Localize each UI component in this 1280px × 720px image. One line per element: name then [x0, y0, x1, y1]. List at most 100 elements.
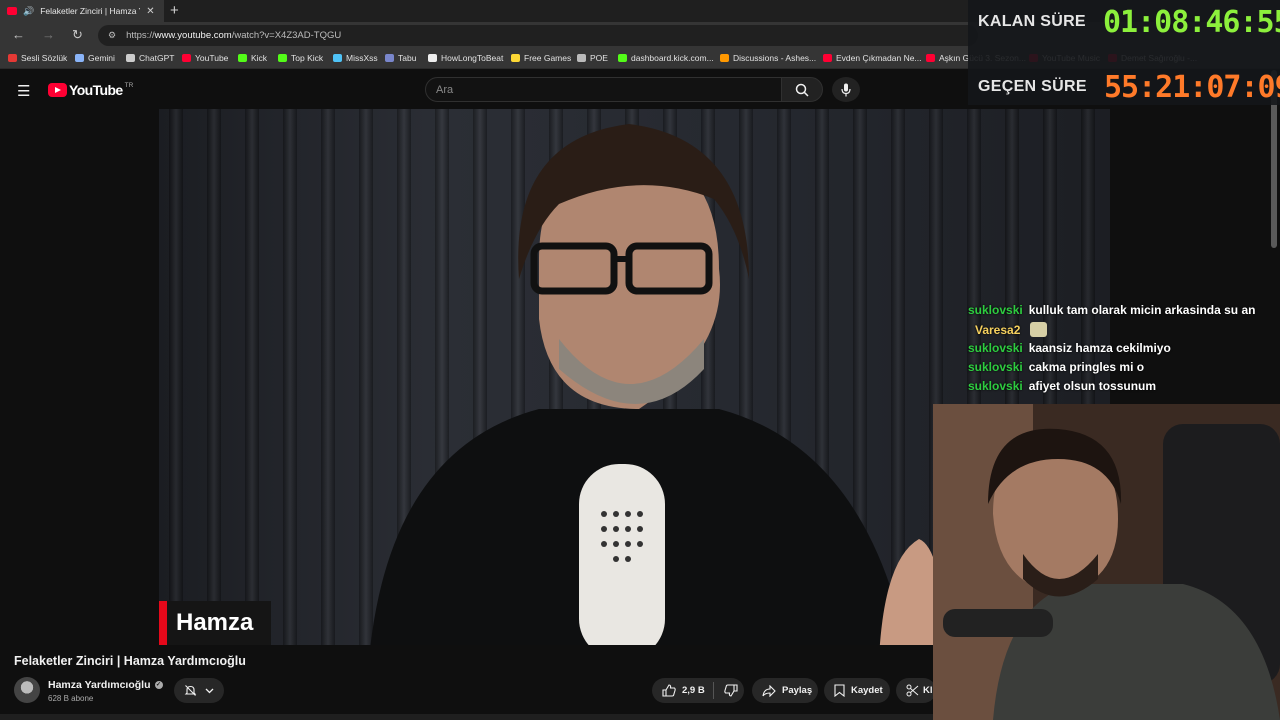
like-count[interactable]: 2,9 B	[682, 685, 705, 696]
chat-username: Varesa2	[975, 322, 1021, 337]
video-title: Felaketler Zinciri | Hamza Yardımcıoğlu	[14, 654, 246, 668]
youtube-favicon-icon	[7, 7, 17, 15]
thumbs-up-icon[interactable]	[662, 684, 676, 697]
chat-message: suklovski cakma pringles mi o	[968, 360, 1144, 374]
subscriber-count: 628 B abone	[48, 694, 94, 703]
bookmark-item[interactable]: ChatGPT	[126, 53, 174, 63]
channel-name[interactable]: Hamza Yardımcıoğlu ✓	[48, 679, 163, 691]
curtain-fold	[245, 109, 259, 645]
bookmark-favicon-icon	[720, 54, 729, 62]
youtube-logo[interactable]: YouTube TR	[48, 82, 133, 98]
country-code: TR	[124, 81, 134, 89]
share-label: Paylaş	[782, 685, 813, 696]
close-tab-icon[interactable]: ✕	[146, 6, 154, 17]
elapsed-time-label: GEÇEN SÜRE	[978, 78, 1087, 95]
menu-icon[interactable]: ☰	[17, 82, 30, 100]
chat-username: suklovski	[968, 303, 1023, 317]
curtain-fold	[169, 109, 183, 645]
bookmark-item[interactable]: Free Games	[511, 53, 571, 63]
bookmark-favicon-icon	[75, 54, 84, 62]
bookmark-favicon-icon	[823, 54, 832, 62]
bookmark-favicon-icon	[333, 54, 342, 62]
bookmark-label: Kick	[251, 53, 268, 63]
save-label: Kaydet	[851, 685, 883, 696]
bookmark-label: YouTube	[195, 53, 229, 63]
chat-message: suklovski kulluk tam olarak micin arkasin…	[968, 303, 1255, 317]
streamer-webcam	[933, 404, 1280, 720]
chat-text: kaansiz hamza cekilmiyo	[1028, 341, 1171, 355]
bookmark-label: Top Kick	[291, 53, 324, 63]
bookmark-item[interactable]: YouTube	[182, 53, 228, 63]
search-button[interactable]	[781, 77, 823, 102]
thumbs-down-icon[interactable]	[724, 684, 738, 697]
bottom-strip	[0, 714, 933, 720]
bookmark-label: Discussions - Ashes...	[733, 53, 817, 63]
chat-text: cakma pringles mi o	[1028, 360, 1145, 374]
clip-button[interactable]: Kli	[896, 678, 936, 703]
bookmark-favicon-icon	[577, 54, 586, 62]
channel-avatar[interactable]	[14, 677, 40, 703]
like-divider	[712, 682, 714, 699]
curtain-fold	[207, 109, 221, 645]
active-tab[interactable]: 🔊 Felaketler Zinciri | Hamza Ya ✕	[0, 0, 164, 22]
bookmark-item[interactable]: POE	[577, 53, 608, 63]
bookmark-label: ChatGPT	[139, 53, 175, 63]
bookmark-favicon-icon	[926, 54, 935, 62]
bookmark-item[interactable]: Kick	[238, 53, 267, 63]
forward-icon[interactable]: →	[42, 27, 55, 42]
reload-icon[interactable]: ↻	[72, 27, 83, 43]
search-input[interactable]: Ara	[425, 77, 782, 102]
bookmark-favicon-icon	[238, 54, 247, 62]
bookmark-label: Free Games	[524, 53, 572, 63]
chat-emote-icon	[1030, 322, 1048, 337]
bookmark-favicon-icon	[8, 54, 17, 62]
logo-text: YouTube	[69, 82, 123, 98]
bookmark-item[interactable]: Top Kick	[278, 53, 323, 63]
address-input[interactable]: ⚙ https://www.youtube.com/watch?v=X4Z3AD…	[98, 25, 978, 46]
bell-off-icon	[184, 685, 197, 696]
bookmark-favicon-icon	[126, 54, 135, 62]
bookmark-label: HowLongToBeat	[441, 53, 504, 63]
save-button[interactable]: Kaydet	[824, 678, 890, 703]
bookmark-item[interactable]: HowLongToBeat	[428, 53, 503, 63]
verified-icon: ✓	[154, 681, 163, 689]
bookmark-label: dashboard.kick.com...	[631, 53, 714, 63]
tab-title: Felaketler Zinciri | Hamza Ya	[40, 6, 141, 16]
speaker-icon[interactable]: 🔊	[23, 6, 34, 17]
chat-text: afiyet olsun tossunum	[1028, 379, 1157, 393]
search-icon	[795, 83, 809, 97]
remaining-time-label: KALAN SÜRE	[978, 13, 1086, 30]
site-info-icon[interactable]: ⚙	[108, 30, 116, 41]
elapsed-time-value: 55:21:07:09	[1104, 70, 1280, 105]
bookmark-label: Gemini	[88, 53, 115, 63]
share-button[interactable]: Paylaş	[752, 678, 818, 703]
bookmark-item[interactable]: dashboard.kick.com...	[618, 53, 714, 63]
scissors-icon	[906, 684, 919, 697]
chat-message: Varesa2	[968, 322, 1048, 337]
bookmark-favicon-icon	[385, 54, 394, 62]
bookmark-item[interactable]: Sesli Sözlük	[8, 53, 67, 63]
bookmark-label: Sesli Sözlük	[21, 53, 68, 63]
chat-message: suklovski afiyet olsun tossunum	[968, 379, 1156, 393]
bookmark-item[interactable]: MissXss	[333, 53, 378, 63]
chat-username: suklovski	[968, 360, 1023, 374]
microphone-icon	[841, 83, 851, 96]
nameplate-text: Hamza	[176, 609, 254, 636]
chat-username: suklovski	[968, 341, 1023, 355]
channel-name-text[interactable]: Hamza Yardımcıoğlu	[48, 679, 151, 691]
voice-search-button[interactable]	[832, 77, 860, 102]
bookmark-item[interactable]: Discussions - Ashes...	[720, 53, 816, 63]
webcam-frame	[933, 404, 1280, 720]
bookmark-item[interactable]: Tabu	[385, 53, 416, 63]
bookmark-favicon-icon	[278, 54, 287, 62]
youtube-play-icon	[48, 83, 67, 97]
nameplate-accent	[159, 601, 167, 645]
notification-bell-button[interactable]	[174, 678, 224, 703]
curtain-fold	[283, 109, 297, 645]
share-icon	[762, 684, 776, 697]
bookmark-item[interactable]: Evden Çıkmadan Ne...	[823, 53, 922, 63]
bookmark-item[interactable]: Gemini	[75, 53, 115, 63]
remaining-time-value: 01:08:46:55	[1103, 5, 1280, 40]
back-icon[interactable]: ←	[12, 27, 25, 42]
new-tab-icon[interactable]: +	[170, 2, 179, 19]
